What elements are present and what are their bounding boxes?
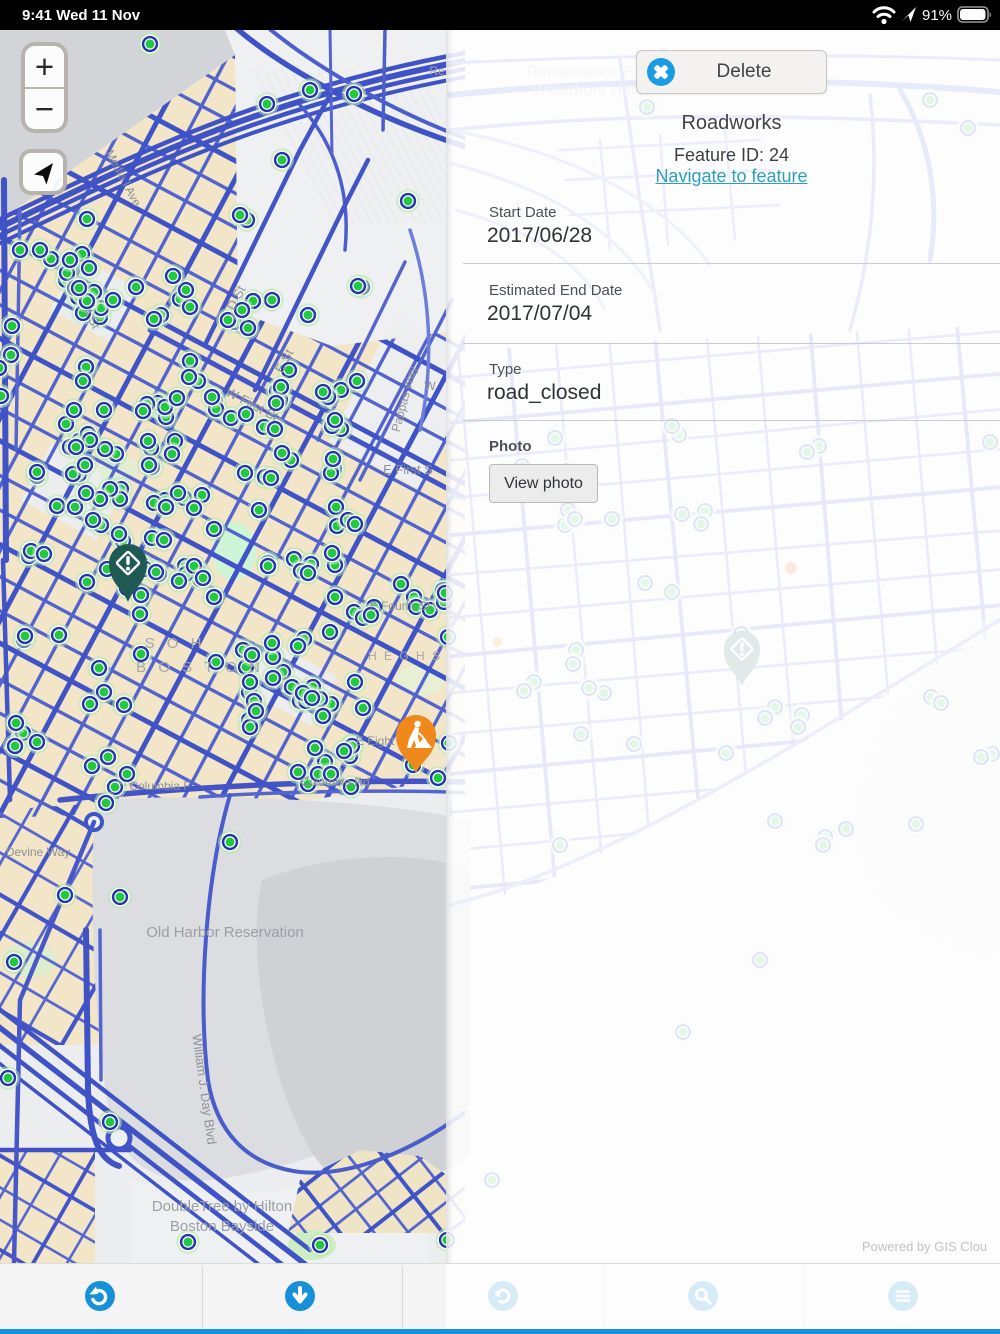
svg-text:E Fourth St: E Fourth St — [370, 599, 431, 613]
svg-text:W: W — [424, 379, 436, 393]
svg-text:E First S: E First S — [383, 462, 433, 477]
svg-text:Columbia Rd: Columbia Rd — [300, 775, 369, 789]
svg-text:Devine Way: Devine Way — [6, 845, 70, 859]
svg-text:Old Harbor Reservation: Old Harbor Reservation — [146, 924, 304, 941]
svg-text:Columbia F: Columbia F — [129, 779, 190, 793]
svg-text:DoubleTree by Hilton: DoubleTree by Hilton — [152, 1198, 292, 1215]
svg-text:Re: Re — [429, 64, 445, 78]
svg-text:S O H: S O H — [145, 635, 206, 652]
svg-text:B O S T O N: B O S T O N — [136, 659, 264, 676]
svg-text:E Eight: E Eight — [356, 734, 395, 748]
svg-text:H E G H S: H E G H S — [368, 649, 442, 663]
svg-text:Boston Bayside: Boston Bayside — [170, 1218, 274, 1235]
